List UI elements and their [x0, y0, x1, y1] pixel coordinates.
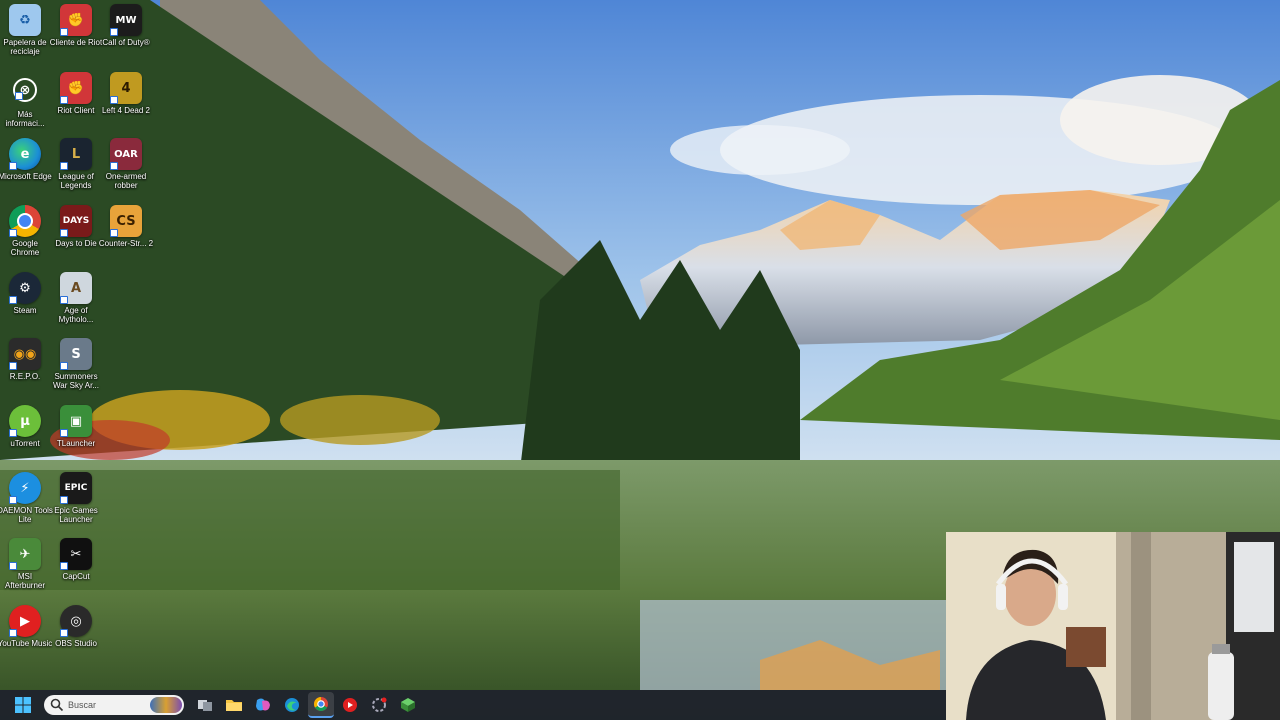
desktop-icon-label: CapCut — [62, 572, 90, 581]
daemon-tools-icon: ⚡ — [9, 472, 41, 504]
edge-shortcut[interactable]: e Microsoft Edge — [0, 138, 52, 202]
edge-icon — [285, 698, 299, 712]
call-of-duty-icon: MW — [110, 4, 142, 36]
age-of-mythology-icon: A — [60, 272, 92, 304]
taskbar-riot-client[interactable] — [366, 692, 392, 718]
desktop-icon-label: Summoners War Sky Ar... — [53, 372, 99, 390]
desktop-icon-label: uTorrent — [10, 439, 40, 448]
league-icon: L — [60, 138, 92, 170]
tlauncher-shortcut[interactable]: ▣ TLauncher — [51, 405, 101, 469]
chrome-icon — [314, 697, 328, 711]
desktop-icon-label: YouTube Music — [0, 639, 53, 648]
tlauncher-icon — [401, 698, 415, 712]
steam-shortcut[interactable]: ⚙ Steam — [0, 272, 50, 336]
msi-afterburner-icon: ✈ — [9, 538, 41, 570]
obs-icon: ◎ — [60, 605, 92, 637]
task-view-icon — [198, 700, 212, 711]
webcam-overlay — [946, 532, 1280, 720]
desktop-icon-label: Microsoft Edge — [0, 172, 52, 181]
desktop-icon-label: TLauncher — [56, 439, 96, 448]
desktop-icon-label: Epic Games Launcher — [54, 506, 98, 524]
msi-afterburner-shortcut[interactable]: ✈ MSI Afterburner — [0, 538, 50, 602]
start-button[interactable] — [10, 692, 36, 718]
tlauncher-icon: ▣ — [60, 405, 92, 437]
desktop-icon-label: Counter-Str... 2 — [98, 239, 154, 248]
windows-start-icon — [15, 697, 31, 713]
recycle-bin-shortcut[interactable]: ♻ Papelera de reciclaje — [0, 4, 50, 68]
search-placeholder: Buscar — [68, 700, 97, 710]
capcut-shortcut[interactable]: ✂ CapCut — [51, 538, 101, 602]
repo-icon: ◉◉ — [9, 338, 41, 370]
desktop-icon-label: Cliente de Riot — [49, 38, 103, 47]
counter-strike-shortcut[interactable]: CS Counter-Str... 2 — [98, 205, 154, 269]
riot-client-icon: ✊ — [60, 72, 92, 104]
league-of-legends-shortcut[interactable]: L League of Legends — [51, 138, 101, 202]
desktop-icon-label: Call of Duty® — [102, 38, 150, 47]
obs-studio-shortcut[interactable]: ◎ OBS Studio — [51, 605, 101, 669]
edge-icon: e — [9, 138, 41, 170]
taskbar: Buscar — [0, 690, 946, 720]
more-info-shortcut[interactable]: ⊗ Más informaci... — [0, 72, 50, 136]
epic-games-shortcut[interactable]: EPIC Epic Games Launcher — [51, 472, 101, 536]
left4dead2-shortcut[interactable]: 4 Left 4 Dead 2 — [101, 72, 151, 136]
taskbar-youtube-music[interactable] — [337, 692, 363, 718]
youtube-music-icon: ▶ — [9, 605, 41, 637]
youtube-music-shortcut[interactable]: ▶ YouTube Music — [0, 605, 53, 669]
taskbar-file-explorer[interactable] — [221, 692, 247, 718]
one-armed-robber-shortcut[interactable]: OAR One-armed robber — [101, 138, 151, 202]
desktop-icon-label: Riot Client — [57, 106, 95, 115]
days-to-die-shortcut[interactable]: DAYS Days to Die — [51, 205, 101, 269]
riot-client-es-shortcut[interactable]: ✊ Cliente de Riot — [49, 4, 103, 68]
search-icon — [50, 698, 64, 712]
left4dead-icon: 4 — [110, 72, 142, 104]
riot-client-shortcut[interactable]: ✊ Riot Client — [51, 72, 101, 136]
desktop-icon-label: Papelera de reciclaje — [3, 38, 47, 56]
desktop-icon-label: R.E.P.O. — [9, 372, 41, 381]
daemon-tools-shortcut[interactable]: ⚡ DAEMON Tools Lite — [0, 472, 53, 536]
desktop-icon-label: Steam — [13, 306, 37, 315]
desktop-icon-label: MSI Afterburner — [4, 572, 46, 590]
taskbar-search-box[interactable]: Buscar — [44, 695, 184, 715]
desktop-icon-label: Más informaci... — [5, 110, 45, 128]
steam-icon: ⚙ — [9, 272, 41, 304]
streamer-webcam-image — [946, 532, 1280, 720]
summoners-war-icon: S — [60, 338, 92, 370]
capcut-icon: ✂ — [60, 538, 92, 570]
desktop-icon-label: Age of Mytholo... — [58, 306, 94, 324]
riot-tray-icon — [372, 697, 387, 712]
taskbar-copilot[interactable] — [250, 692, 276, 718]
utorrent-icon: µ — [9, 405, 41, 437]
oar-icon: OAR — [110, 138, 142, 170]
taskbar-edge[interactable] — [279, 692, 305, 718]
file-explorer-icon — [226, 700, 242, 711]
chrome-shortcut[interactable]: Google Chrome — [0, 205, 50, 269]
recycle-bin-icon: ♻ — [9, 4, 41, 36]
riot-client-icon: ✊ — [60, 4, 92, 36]
desktop-icon-label: Days to Die — [55, 239, 97, 248]
desktop-icon-label: Left 4 Dead 2 — [101, 106, 151, 115]
chrome-icon — [9, 205, 41, 237]
counter-strike-icon: CS — [110, 205, 142, 237]
utorrent-shortcut[interactable]: µ uTorrent — [0, 405, 50, 469]
desktop-icon-label: DAEMON Tools Lite — [0, 506, 53, 524]
desktop-icon-label: Google Chrome — [10, 239, 40, 257]
summoners-war-shortcut[interactable]: S Summoners War Sky Ar... — [51, 338, 101, 402]
days-to-die-icon: DAYS — [60, 205, 92, 237]
info-icon: ⊗ — [13, 78, 37, 102]
taskbar-task-view[interactable] — [192, 692, 218, 718]
call-of-duty-shortcut[interactable]: MW Call of Duty® — [101, 4, 151, 68]
age-of-mythology-shortcut[interactable]: A Age of Mytholo... — [51, 272, 101, 336]
desktop-icon-label: OBS Studio — [55, 639, 97, 648]
desktop-icon-label: One-armed robber — [105, 172, 147, 190]
taskbar-tlauncher[interactable] — [395, 692, 421, 718]
desktop-icon-label: League of Legends — [58, 172, 94, 190]
search-highlight-image — [150, 697, 182, 713]
taskbar-chrome[interactable] — [308, 692, 334, 718]
repo-shortcut[interactable]: ◉◉ R.E.P.O. — [0, 338, 50, 402]
youtube-music-icon — [343, 698, 357, 712]
epic-games-icon: EPIC — [60, 472, 92, 504]
copilot-icon — [256, 698, 270, 711]
